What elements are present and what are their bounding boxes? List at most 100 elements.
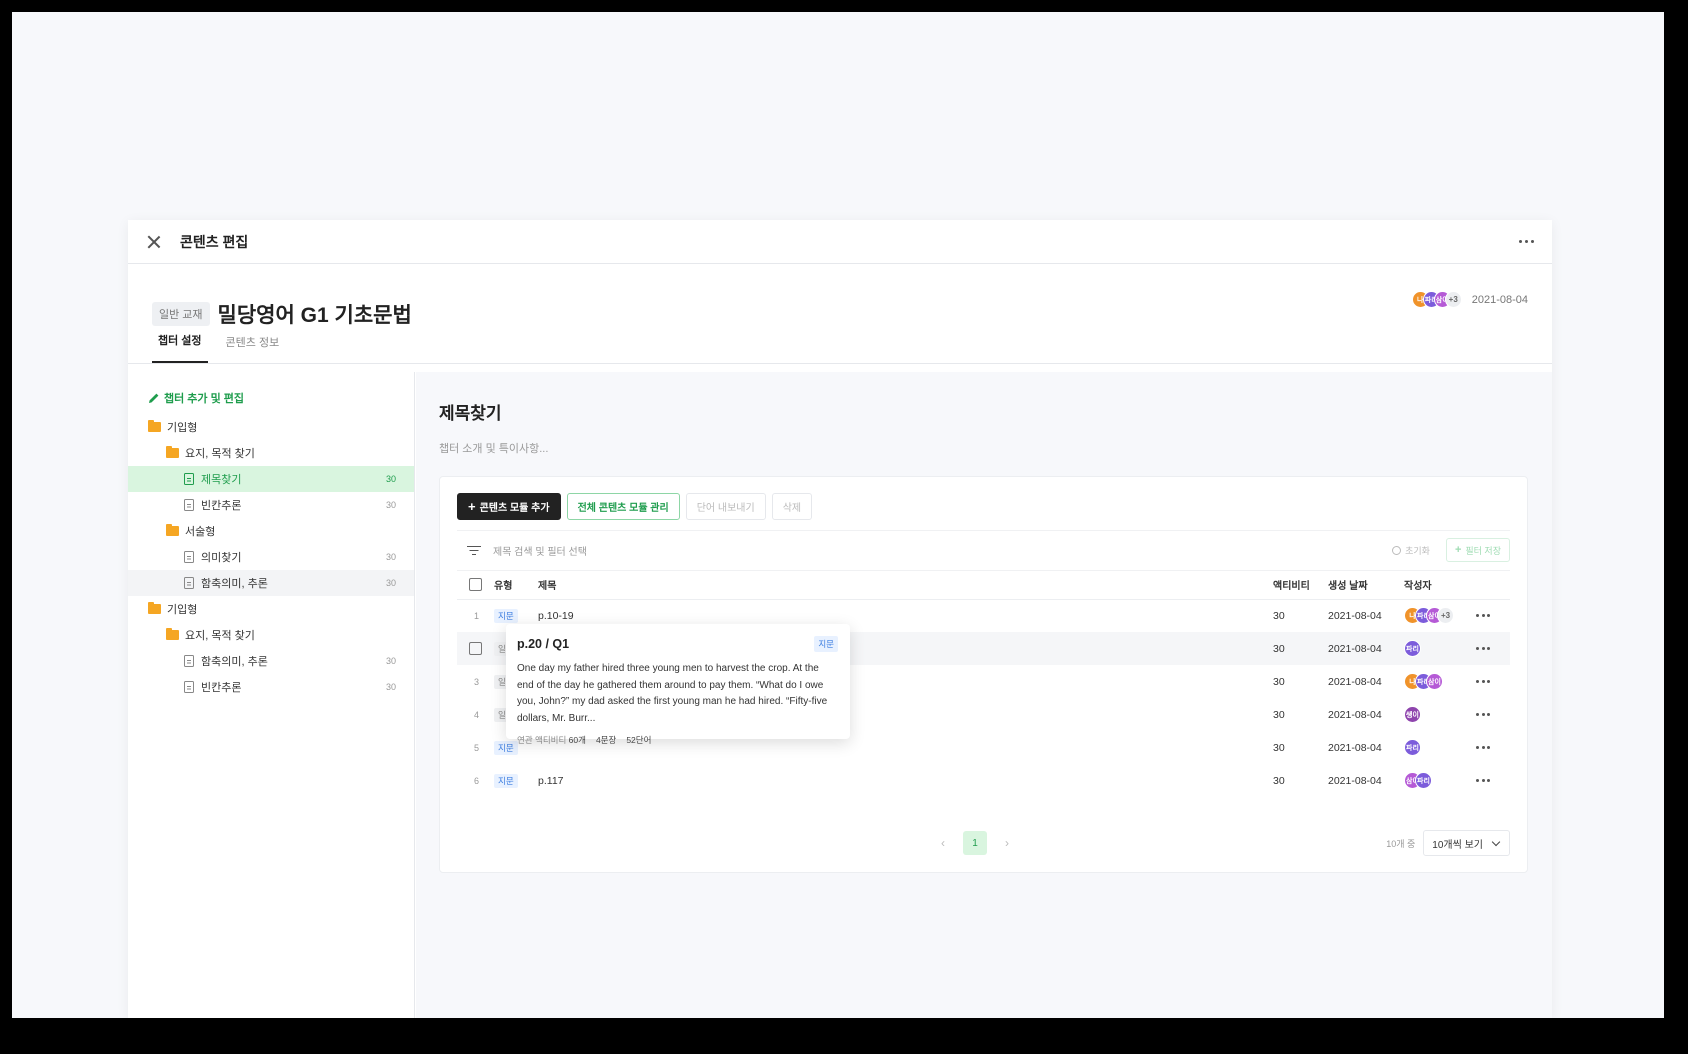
tooltip-sentences: 4문장 [595, 735, 617, 745]
column-author[interactable]: 작성자 [1404, 571, 1476, 600]
document-icon [184, 551, 194, 563]
tooltip-activity: 연관 액티비티 60개 [517, 735, 586, 745]
column-title[interactable]: 제목 [538, 571, 1273, 600]
tree-chapter[interactable]: 의미찾기 30 [128, 544, 414, 570]
tree-count: 30 [385, 578, 396, 588]
tree-chapter[interactable]: 함축의미, 추론 30 [128, 648, 414, 674]
row-activity: 30 [1273, 708, 1285, 721]
tree-chapter[interactable]: 함축의미, 추론 30 [128, 570, 414, 596]
prev-page-icon[interactable]: ‹ [931, 836, 955, 850]
row-title[interactable]: p.10-19 [538, 610, 574, 622]
folder-icon [148, 420, 161, 432]
more-options-icon[interactable] [1519, 240, 1534, 243]
add-module-button[interactable]: + 콘텐츠 모듈 추가 [457, 493, 561, 520]
row-authors: 나 파리 삼이 [1404, 673, 1476, 690]
tree-folder[interactable]: 기입형 [128, 414, 414, 440]
chapter-description-input[interactable]: 챕터 소개 및 특이사항... [439, 440, 1528, 456]
pagination: ‹ 1 › 10개 중 10개씩 보기 [440, 830, 1510, 856]
close-icon[interactable] [146, 234, 162, 250]
tree-folder[interactable]: 요지, 목적 찾기 [128, 622, 414, 648]
row-index: 4 [474, 709, 480, 720]
tree-folder[interactable]: 요지, 목적 찾기 [128, 440, 414, 466]
column-created[interactable]: 생성 날짜 [1328, 571, 1404, 600]
save-filter-button[interactable]: + 필터 저장 [1445, 538, 1510, 562]
tree-label: 함축의미, 추론 [201, 656, 268, 668]
row-index: 3 [474, 676, 480, 687]
row-date: 2021-08-04 [1328, 642, 1382, 655]
tooltip-meta: 연관 액티비티 60개 4문장 52단어 [517, 734, 838, 746]
folder-icon [166, 446, 179, 458]
delete-button[interactable]: 삭제 [771, 493, 813, 520]
row-authors: 파리 [1404, 739, 1476, 756]
tree-chapter[interactable]: 빈칸추론 30 [128, 492, 414, 518]
tab-content-info[interactable]: 콘텐츠 정보 [220, 334, 286, 363]
document-icon [184, 499, 194, 511]
row-activity: 30 [1273, 675, 1285, 688]
tree-chapter[interactable]: 제목찾기 30 [128, 466, 414, 492]
row-more-icon[interactable] [1476, 647, 1510, 650]
reset-filter-label: 초기화 [1405, 545, 1430, 556]
filter-search-input[interactable]: 제목 검색 및 필터 선택 [493, 543, 587, 558]
pagination-right: 10개 중 10개씩 보기 [1386, 830, 1510, 856]
collaborator-avatars[interactable]: 나 파리 삼이 +3 [1411, 291, 1462, 308]
row-more-icon[interactable] [1476, 746, 1510, 749]
tree-count: 30 [385, 500, 396, 510]
tree-label: 기입형 [167, 604, 198, 616]
row-more-icon[interactable] [1476, 680, 1510, 683]
type-badge: 지문 [494, 608, 518, 623]
next-page-icon[interactable]: › [995, 836, 1019, 850]
export-words-button[interactable]: 단어 내보내기 [685, 493, 766, 520]
avatar: 파리 [1415, 772, 1432, 789]
tooltip-type-badge: 지문 [814, 636, 838, 652]
row-more-icon[interactable] [1476, 713, 1510, 716]
book-type-badge: 일반 교재 [152, 302, 210, 326]
app-background: 콘텐츠 편집 일반 교재 밀당영어 G1 기초문법 나 파리 삼이 +3 2021-0… [12, 12, 1664, 1018]
select-all-checkbox[interactable] [469, 578, 482, 592]
manage-all-modules-button[interactable]: 전체 콘텐츠 모듈 관리 [566, 493, 680, 520]
tree-folder[interactable]: 서술형 [128, 518, 414, 544]
tooltip-words: 52단어 [626, 735, 652, 745]
row-title[interactable]: p.117 [538, 775, 564, 787]
add-chapter-label: 챕터 추가 및 편집 [164, 393, 245, 405]
tree-folder[interactable]: 기입형 [128, 596, 414, 622]
tree-chapter[interactable]: 빈칸추론 30 [128, 674, 414, 700]
per-page-select[interactable]: 10개씩 보기 [1423, 830, 1510, 856]
row-checkbox[interactable] [469, 642, 482, 655]
save-filter-label: 필터 저장 [1465, 545, 1501, 556]
tooltip-body: One day my father hired three young men … [517, 663, 828, 724]
tree-count: 30 [385, 552, 396, 562]
tree-label: 제목찾기 [201, 474, 242, 486]
row-more-icon[interactable] [1476, 779, 1510, 782]
tree-label: 빈칸추론 [201, 500, 242, 512]
row-index: 6 [474, 775, 480, 786]
tree-label: 빈칸추론 [201, 682, 242, 694]
tree-count: 30 [385, 474, 396, 484]
row-more-icon[interactable] [1476, 614, 1510, 618]
row-date: 2021-08-04 [1328, 708, 1382, 721]
document-icon [184, 577, 194, 589]
type-badge: 지문 [494, 740, 518, 755]
document-icon [184, 655, 194, 667]
filter-icon[interactable] [467, 545, 481, 556]
add-chapter-button[interactable]: 챕터 추가 및 편집 [128, 372, 414, 408]
folder-icon [166, 524, 179, 536]
row-activity: 30 [1273, 774, 1285, 787]
table-row[interactable]: 6 지문 p.117 30 2021-08-04 삼이 파리 [457, 764, 1510, 797]
column-type[interactable]: 유형 [494, 571, 538, 600]
tree-label: 기입형 [167, 422, 198, 434]
tree-count: 30 [385, 682, 396, 692]
row-authors: 삼이 파리 [1404, 772, 1476, 789]
chevron-down-icon [1491, 837, 1501, 846]
reset-filter-button[interactable]: 초기화 [1384, 544, 1438, 557]
row-date: 2021-08-04 [1328, 741, 1382, 754]
pencil-icon [149, 393, 159, 403]
tab-chapter-settings[interactable]: 챕터 설정 [152, 332, 208, 363]
filter-actions: 초기화 + 필터 저장 [1384, 538, 1510, 562]
history-icon [1392, 545, 1402, 555]
document-icon [184, 473, 194, 485]
book-date: 2021-08-04 [1471, 293, 1528, 306]
page-number[interactable]: 1 [963, 831, 987, 855]
column-activity[interactable]: 액티비티 [1273, 571, 1328, 600]
row-authors: 쌩이 [1404, 706, 1476, 723]
header-meta: 나 파리 삼이 +3 2021-08-04 [1411, 291, 1528, 308]
